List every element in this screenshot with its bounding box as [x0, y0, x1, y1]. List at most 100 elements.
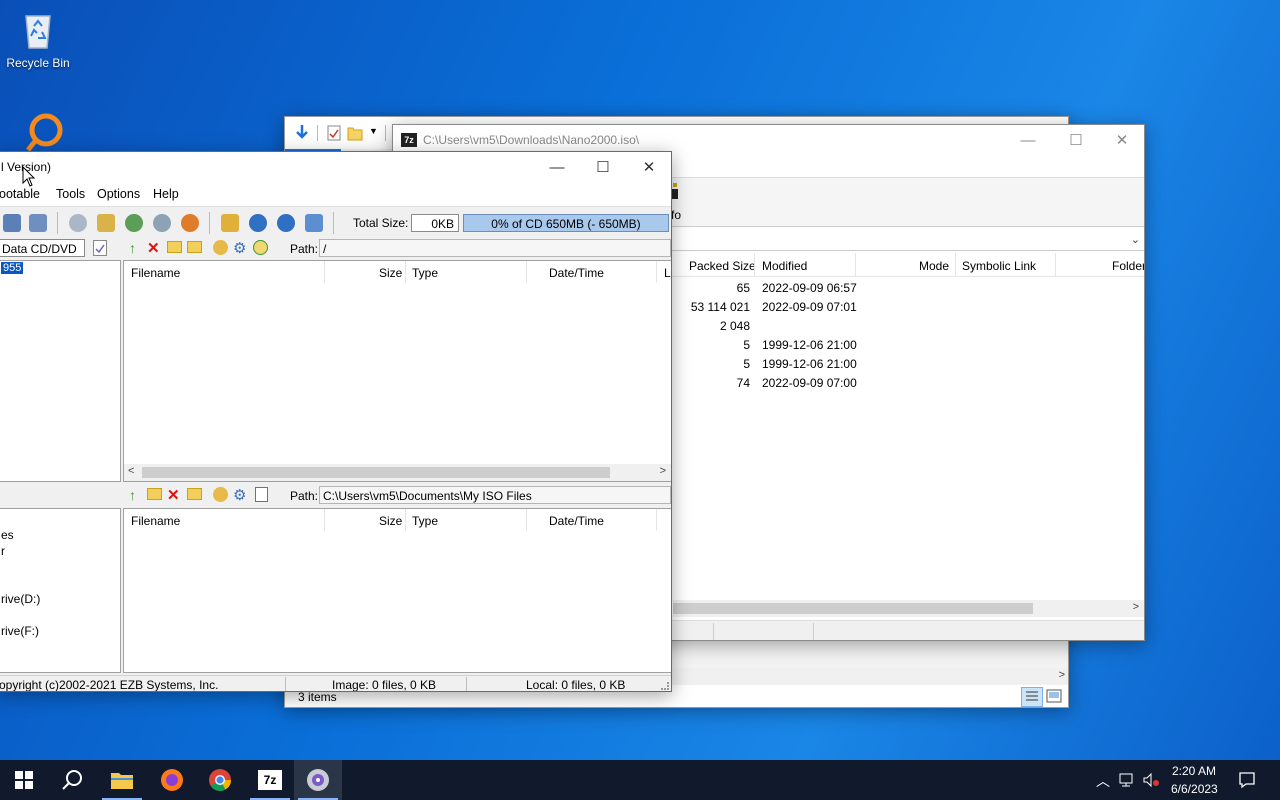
settings-gear-icon[interactable]: ⚙	[233, 486, 246, 504]
col-modified[interactable]: Modified	[762, 259, 807, 273]
clock-time[interactable]: 2:20 AM	[1172, 764, 1216, 778]
tree-node[interactable]: es	[1, 528, 14, 542]
image-list-hscroll[interactable]: < >	[124, 464, 671, 481]
rename-folder-icon[interactable]	[187, 241, 202, 253]
image-tree[interactable]: 955	[0, 260, 121, 482]
taskbar-file-explorer[interactable]	[98, 760, 146, 800]
delete-icon[interactable]: ✕	[147, 239, 160, 257]
disc-type-select[interactable]: Data CD/DVD	[0, 239, 85, 257]
minimize-button[interactable]: —	[534, 152, 580, 182]
tree-node-drive-d[interactable]: rive(D:)	[1, 592, 40, 606]
tree-node[interactable]: r	[1, 544, 5, 558]
save-as-icon[interactable]	[29, 214, 47, 232]
resize-grip-icon[interactable]	[661, 682, 669, 690]
col-folder[interactable]: Folder	[1112, 259, 1144, 273]
menu-bootable[interactable]: ootable	[0, 187, 40, 201]
scroll-right-icon[interactable]: >	[1133, 601, 1139, 613]
bootable-check-icon[interactable]	[93, 240, 107, 256]
ultraiso-titlebar[interactable]: l Version) — ☐ ✕	[0, 152, 671, 182]
tree-root-node[interactable]: 955	[1, 262, 24, 274]
image-file-list[interactable]: Filename Size Type Date/Time L < >	[123, 260, 671, 482]
menu-tools[interactable]: Tools	[56, 187, 85, 201]
details-view-icon[interactable]	[1021, 687, 1043, 707]
go-up-icon[interactable]: ↑	[129, 487, 136, 503]
go-up-icon[interactable]: ↑	[129, 240, 136, 256]
save-icon[interactable]	[3, 214, 21, 232]
new-folder-icon[interactable]	[167, 241, 182, 253]
minimize-button[interactable]: —	[1005, 125, 1051, 155]
start-button[interactable]	[0, 760, 48, 800]
maximize-button[interactable]: ☐	[1053, 125, 1099, 155]
refresh-icon[interactable]	[255, 487, 268, 502]
menu-help[interactable]: Help	[153, 187, 179, 201]
maximize-button[interactable]: ☐	[580, 152, 626, 182]
path-dropdown-icon[interactable]: ⌄	[1131, 233, 1140, 246]
tree-node-drive-f[interactable]: rive(F:)	[1, 624, 39, 638]
col-mode[interactable]: Mode	[919, 259, 949, 273]
add-files-icon[interactable]	[213, 487, 228, 502]
col-size[interactable]: Size	[379, 509, 402, 531]
make-cd-image-icon[interactable]	[153, 214, 171, 232]
taskbar-7zip[interactable]: 7z	[246, 760, 294, 800]
ultraiso-window[interactable]: l Version) — ☐ ✕ ootable Tools Options H…	[0, 151, 672, 692]
large-icons-view-icon[interactable]	[1046, 689, 1062, 706]
customize-dropdown-icon[interactable]: ▼	[369, 126, 378, 136]
menu-options[interactable]: Options	[97, 187, 140, 201]
scroll-left-icon[interactable]: <	[128, 465, 134, 477]
help-icon[interactable]	[277, 214, 295, 232]
taskbar-firefox[interactable]	[148, 760, 196, 800]
close-button[interactable]: ✕	[626, 152, 671, 182]
search-button[interactable]	[48, 760, 96, 800]
recycle-bin[interactable]: Recycle Bin	[0, 8, 76, 70]
info-button-label[interactable]: fo	[671, 208, 681, 222]
col-packed-size[interactable]: Packed Size	[689, 259, 756, 273]
col-size[interactable]: Size	[379, 261, 402, 283]
compress-icon[interactable]	[125, 214, 143, 232]
col-type[interactable]: Type	[412, 261, 438, 283]
info-icon[interactable]	[249, 214, 267, 232]
volume-muted-icon[interactable]	[1142, 772, 1160, 788]
local-path-field[interactable]: C:\Users\vm5\Documents\My ISO Files	[319, 486, 671, 504]
new-folder-icon[interactable]	[147, 488, 162, 500]
status-copyright: opyright (c)2002-2021 EZB Systems, Inc.	[0, 678, 219, 692]
show-hidden-icons[interactable]: ︿	[1096, 771, 1110, 791]
col-filename[interactable]: Filename	[131, 261, 180, 283]
extract-icon[interactable]	[253, 240, 268, 255]
local-file-list[interactable]: Filename Size Type Date/Time	[123, 508, 671, 673]
scroll-thumb[interactable]	[142, 467, 610, 478]
mount-drive-icon[interactable]	[97, 214, 115, 232]
network-icon[interactable]	[1118, 772, 1136, 788]
col-symbolic-link[interactable]: Symbolic Link	[962, 259, 1036, 273]
image-path-field[interactable]: /	[319, 239, 671, 257]
settings-gear-icon[interactable]: ⚙	[233, 239, 246, 257]
magnifier-app-icon	[20, 112, 64, 156]
scroll-right-icon[interactable]: >	[1059, 669, 1065, 681]
capacity-bar[interactable]: 0% of CD 650MB (- 650MB)	[463, 214, 669, 232]
col-datetime[interactable]: Date/Time	[549, 509, 604, 531]
close-button[interactable]: ✕	[1099, 125, 1144, 155]
local-tree[interactable]: es r rive(D:) rive(F:)	[0, 508, 121, 673]
taskbar-ultraiso[interactable]	[294, 760, 342, 800]
col-datetime[interactable]: Date/Time	[549, 261, 604, 283]
scroll-thumb[interactable]	[673, 603, 1033, 614]
burn-image-icon[interactable]	[181, 214, 199, 232]
col-l[interactable]: L	[664, 261, 671, 283]
notifications-icon[interactable]	[1238, 771, 1256, 789]
download-arrow-icon[interactable]	[293, 123, 311, 141]
scroll-right-icon[interactable]: >	[660, 465, 666, 477]
properties-check-icon[interactable]	[327, 125, 341, 141]
delete-icon[interactable]: ✕	[167, 486, 180, 504]
sevenzip-title: C:\Users\vm5\Downloads\Nano2000.iso\	[423, 133, 640, 147]
clock-date[interactable]: 6/6/2023	[1171, 782, 1218, 796]
new-folder-icon[interactable]	[347, 125, 363, 141]
rename-folder-icon[interactable]	[187, 488, 202, 500]
exit-icon[interactable]	[305, 214, 323, 232]
sevenzip-hscroll[interactable]: >	[673, 600, 1144, 617]
explorer-hscroll[interactable]: >	[671, 668, 1068, 685]
taskbar-chrome[interactable]	[196, 760, 244, 800]
burn-cd-icon[interactable]	[69, 214, 87, 232]
options-icon[interactable]	[221, 214, 239, 232]
add-files-icon[interactable]	[213, 240, 228, 255]
col-filename[interactable]: Filename	[131, 509, 180, 531]
col-type[interactable]: Type	[412, 509, 438, 531]
